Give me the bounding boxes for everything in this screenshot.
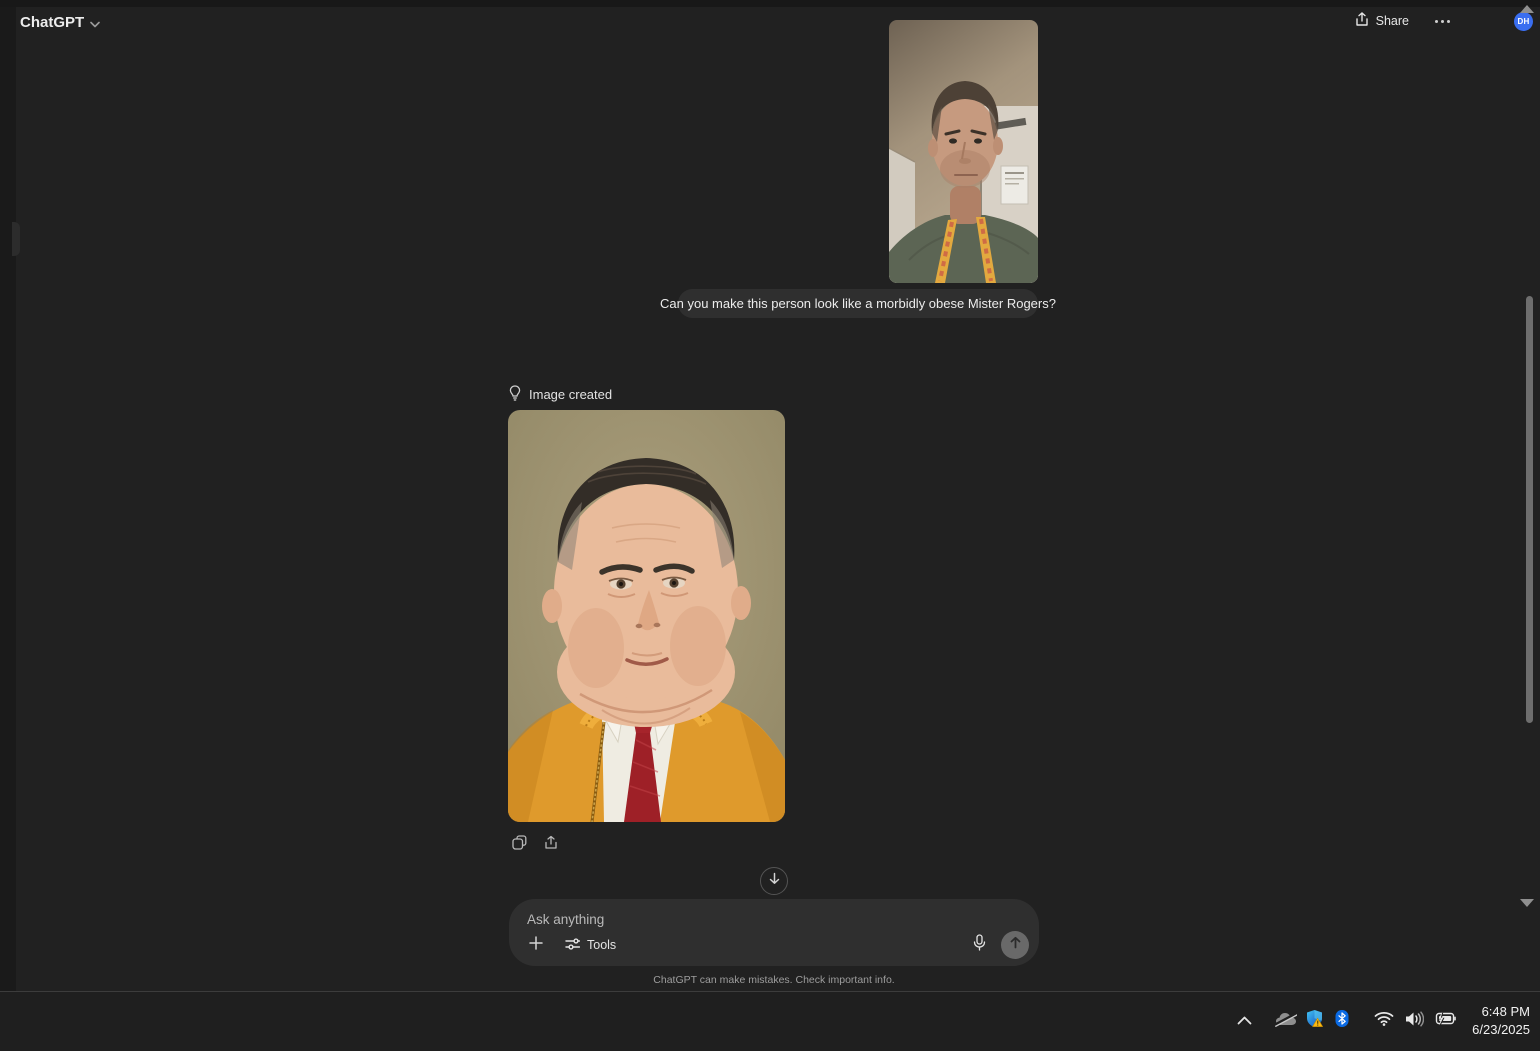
tools-label: Tools bbox=[587, 938, 617, 952]
collapsed-sidebar bbox=[0, 7, 16, 991]
chevron-up-icon bbox=[1237, 1012, 1252, 1030]
tools-button[interactable]: Tools bbox=[559, 933, 622, 958]
cloud-offline-icon bbox=[1274, 1011, 1299, 1032]
generated-image[interactable] bbox=[508, 410, 785, 822]
battery-tray-button[interactable] bbox=[1430, 1003, 1458, 1039]
share-label: Share bbox=[1375, 14, 1409, 28]
dictate-button[interactable] bbox=[966, 932, 992, 958]
disclaimer-text: ChatGPT can make mistakes. Check importa… bbox=[653, 974, 895, 986]
sidebar-toggle-handle[interactable] bbox=[12, 222, 20, 256]
scroll-to-bottom-button[interactable] bbox=[760, 867, 788, 895]
more-options-button[interactable] bbox=[1431, 16, 1454, 27]
user-message-bubble: Can you make this person look like a mor… bbox=[660, 289, 1056, 318]
copy-button[interactable] bbox=[508, 834, 530, 856]
plus-icon bbox=[528, 935, 544, 956]
scroll-down-arrow[interactable] bbox=[1520, 899, 1534, 907]
copy-icon bbox=[511, 835, 527, 855]
share-icon bbox=[1355, 12, 1369, 30]
composer[interactable]: Tools bbox=[509, 899, 1039, 966]
desktop: ChatGPT Share DH Can you make this perso… bbox=[0, 0, 1540, 1051]
security-shield-icon bbox=[1305, 1009, 1324, 1033]
user-uploaded-photo[interactable] bbox=[889, 20, 1038, 283]
clock-date: 6/23/2025 bbox=[1472, 1022, 1530, 1037]
clock-time: 6:48 PM bbox=[1481, 1004, 1530, 1019]
microphone-icon bbox=[973, 934, 986, 956]
chevron-down-icon bbox=[90, 15, 100, 32]
lightbulb-icon bbox=[509, 385, 521, 404]
share-button[interactable]: Share bbox=[1355, 12, 1409, 30]
app-title-label: ChatGPT bbox=[20, 14, 85, 31]
bluetooth-icon bbox=[1335, 1009, 1349, 1033]
battery-charging-icon bbox=[1433, 1011, 1456, 1031]
window-top-strip bbox=[0, 0, 1540, 7]
taskbar-clock[interactable]: 6:48 PM 6/23/2025 bbox=[1472, 1003, 1530, 1039]
message-input[interactable] bbox=[527, 909, 1023, 929]
image-created-label: Image created bbox=[529, 387, 613, 402]
send-arrow-icon bbox=[1009, 936, 1022, 954]
bluetooth-tray-button[interactable] bbox=[1328, 1003, 1356, 1039]
arrow-down-icon bbox=[768, 872, 781, 890]
wifi-icon bbox=[1374, 1011, 1394, 1031]
model-switcher[interactable]: ChatGPT bbox=[20, 13, 100, 32]
wifi-tray-button[interactable] bbox=[1370, 1003, 1398, 1039]
sliders-icon bbox=[565, 937, 581, 954]
windows-security-tray-button[interactable] bbox=[1300, 1003, 1328, 1039]
volume-icon bbox=[1405, 1010, 1424, 1032]
attach-button[interactable] bbox=[523, 932, 549, 958]
share-image-button[interactable] bbox=[540, 834, 562, 856]
upload-icon bbox=[544, 835, 558, 855]
image-created-row[interactable]: Image created bbox=[509, 385, 612, 404]
tray-overflow-button[interactable] bbox=[1230, 1003, 1258, 1039]
scrollbar-thumb[interactable] bbox=[1526, 296, 1533, 723]
scroll-up-arrow[interactable] bbox=[1520, 5, 1534, 13]
avatar[interactable]: DH bbox=[1514, 12, 1533, 31]
send-button[interactable] bbox=[1001, 931, 1029, 959]
more-options-icon bbox=[1435, 19, 1450, 23]
onedrive-tray-icon-button[interactable] bbox=[1272, 1003, 1300, 1039]
volume-tray-button[interactable] bbox=[1400, 1003, 1428, 1039]
user-message-text: Can you make this person look like a mor… bbox=[660, 296, 1056, 311]
